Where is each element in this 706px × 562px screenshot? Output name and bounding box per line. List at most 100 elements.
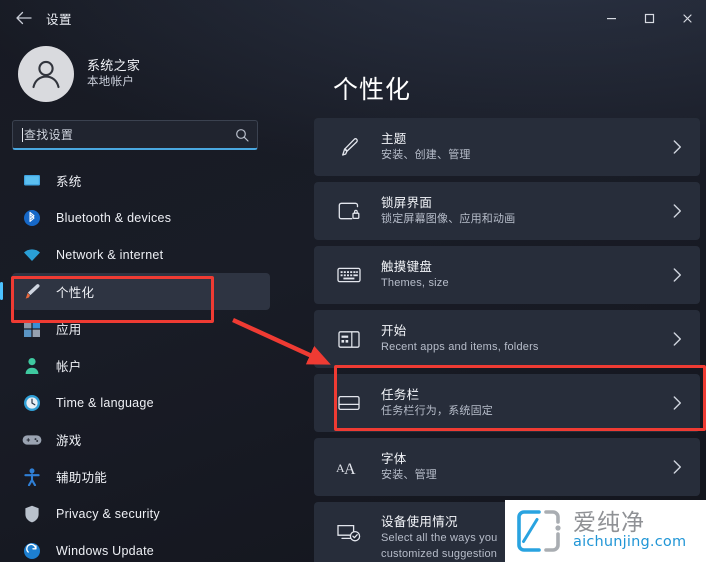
chevron-right-icon	[673, 268, 688, 282]
close-button[interactable]	[668, 0, 706, 36]
back-arrow-icon	[15, 11, 32, 25]
update-refresh-icon	[22, 541, 42, 561]
text-caret	[22, 127, 23, 142]
card-title: 触摸键盘	[381, 259, 433, 274]
search-input[interactable]: 查找设置	[12, 120, 258, 150]
card-text: 触摸键盘 Themes, size	[381, 258, 673, 292]
card-subtitle: 安装、管理	[381, 469, 437, 482]
chevron-right-icon	[673, 204, 688, 218]
search-icon[interactable]	[235, 128, 249, 142]
search-placeholder: 查找设置	[24, 128, 74, 142]
sidebar-item-label: 帐户	[56, 360, 82, 374]
back-button[interactable]	[8, 3, 38, 33]
card-title: 字体	[381, 451, 407, 466]
watermark-brand: 爱纯净	[573, 509, 645, 536]
settings-card-touch-keyboard[interactable]: 触摸键盘 Themes, size	[314, 246, 700, 304]
card-text: 主题 安装、创建、管理	[381, 130, 673, 164]
paintbrush-icon	[22, 282, 42, 302]
settings-card-themes[interactable]: 主题 安装、创建、管理	[314, 118, 700, 176]
wifi-icon	[22, 245, 42, 265]
main-content: 个性化 主题 安装、创建、管理 锁屏界面 锁定屏幕图像、应用和动画 触摸键盘 T…	[300, 36, 706, 562]
settings-card-start[interactable]: 开始 Recent apps and items, folders	[314, 310, 700, 368]
sidebar-item-personalization[interactable]: 个性化	[0, 273, 270, 310]
minimize-button[interactable]	[592, 0, 630, 36]
chevron-right-icon	[673, 140, 688, 154]
watermark-url: aichunjing.com	[573, 534, 687, 551]
taskbar-icon	[336, 390, 362, 416]
sidebar-item-label: Time & language	[56, 395, 154, 410]
close-icon	[682, 13, 692, 23]
paintbrush-icon	[336, 134, 362, 160]
shield-icon	[22, 504, 42, 524]
maximize-button[interactable]	[630, 0, 668, 36]
window-title: 设置	[46, 12, 73, 27]
card-text: 开始 Recent apps and items, folders	[381, 322, 673, 356]
settings-card-fonts[interactable]: A A 字体 安装、管理	[314, 438, 700, 496]
sidebar-item-label: 系统	[56, 175, 82, 189]
font-aa-icon: A A	[336, 454, 362, 480]
chevron-right-icon	[673, 396, 688, 410]
gamepad-icon	[22, 430, 42, 450]
account-subtitle: 本地帐户	[87, 76, 135, 89]
sidebar-item-label: Bluetooth & devices	[56, 210, 172, 225]
account-name: 系统之家	[87, 58, 141, 74]
card-title: 锁屏界面	[381, 195, 433, 210]
window-titlebar: 设置	[0, 0, 706, 36]
card-subtitle: 任务栏行为，系统固定	[381, 405, 493, 418]
account-person-icon	[22, 356, 42, 376]
sidebar-item-accessibility[interactable]: 辅助功能	[12, 458, 270, 495]
minimize-icon	[606, 17, 616, 19]
bluetooth-icon	[22, 208, 42, 228]
settings-card-taskbar[interactable]: 任务栏 任务栏行为，系统固定	[314, 374, 700, 432]
user-avatar-icon	[32, 60, 60, 89]
card-subtitle: Themes, size	[381, 277, 449, 290]
device-usage-icon	[336, 520, 362, 546]
settings-window: 设置 系统之家 本地帐户 查找设置 系统 Bluetooth & devices…	[0, 0, 706, 562]
sidebar-nav: 系统 Bluetooth & devices Network & interne…	[0, 162, 278, 562]
account-text: 系统之家 本地帐户	[87, 57, 140, 90]
maximize-icon	[644, 13, 654, 23]
sidebar-item-label: 应用	[56, 323, 82, 337]
clock-icon	[22, 393, 42, 413]
account-summary[interactable]: 系统之家 本地帐户	[0, 36, 278, 102]
sidebar-item-privacy-security[interactable]: Privacy & security	[12, 495, 270, 532]
card-subtitle: 安装、创建、管理	[381, 149, 471, 162]
sidebar-item-windows-update[interactable]: Windows Update	[12, 532, 270, 562]
card-title: 开始	[381, 323, 407, 338]
svg-text:A: A	[344, 461, 356, 477]
lock-screen-icon	[336, 198, 362, 224]
start-menu-icon	[336, 326, 362, 352]
sidebar-item-accounts[interactable]: 帐户	[12, 347, 270, 384]
watermark-text: 爱纯净 aichunjing.com	[573, 511, 686, 551]
watermark: 爱纯净 aichunjing.com	[505, 500, 706, 562]
settings-card-lock-screen[interactable]: 锁屏界面 锁定屏幕图像、应用和动画	[314, 182, 700, 240]
card-subtitle: Recent apps and items, folders	[381, 341, 539, 354]
aichunjing-logo-icon	[517, 510, 561, 552]
sidebar-item-time-language[interactable]: Time & language	[12, 384, 270, 421]
sidebar-item-label: Windows Update	[56, 543, 154, 558]
sidebar-item-label: 辅助功能	[56, 471, 108, 485]
sidebar-item-label: Network & internet	[56, 247, 164, 262]
accessibility-icon	[22, 467, 42, 487]
settings-card-list: 主题 安装、创建、管理 锁屏界面 锁定屏幕图像、应用和动画 触摸键盘 Theme…	[314, 118, 700, 562]
sidebar-item-label: 个性化	[56, 286, 95, 300]
card-text: 锁屏界面 锁定屏幕图像、应用和动画	[381, 194, 673, 228]
sidebar-item-system[interactable]: 系统	[12, 162, 270, 199]
window-controls	[592, 0, 706, 36]
chevron-right-icon	[673, 460, 688, 474]
card-title: 主题	[381, 131, 407, 146]
card-text: 任务栏 任务栏行为，系统固定	[381, 386, 673, 420]
sidebar-item-network-internet[interactable]: Network & internet	[12, 236, 270, 273]
page-title: 个性化	[333, 76, 412, 104]
sidebar-item-apps[interactable]: 应用	[12, 310, 270, 347]
card-title: 任务栏	[381, 387, 420, 402]
sidebar-item-label: 游戏	[56, 434, 82, 448]
card-text: 字体 安装、管理	[381, 450, 673, 484]
sidebar-item-gaming[interactable]: 游戏	[12, 421, 270, 458]
sidebar-item-label: Privacy & security	[56, 506, 160, 521]
sidebar: 系统之家 本地帐户 查找设置 系统 Bluetooth & devices Ne…	[0, 36, 278, 562]
chevron-right-icon	[673, 332, 688, 346]
sidebar-item-bluetooth-devices[interactable]: Bluetooth & devices	[12, 199, 270, 236]
system-monitor-icon	[22, 171, 42, 191]
apps-icon	[22, 319, 42, 339]
